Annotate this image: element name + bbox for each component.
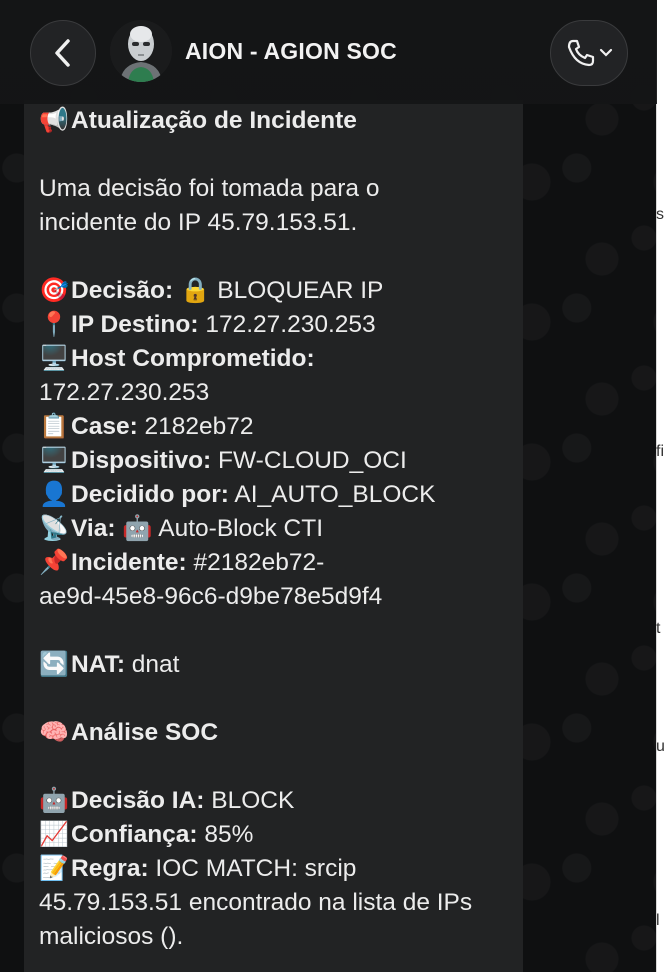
incidente-label: Incidente: bbox=[71, 549, 187, 576]
target-icon: 🎯 bbox=[39, 277, 69, 304]
via-label: Via: bbox=[71, 515, 116, 542]
ip-destino-label: IP Destino: bbox=[71, 311, 199, 338]
confianca-label: Confiança: bbox=[71, 821, 198, 848]
dispositivo-label: Dispositivo: bbox=[71, 447, 212, 474]
analise-row: 🧠Análise SOC bbox=[39, 716, 509, 750]
chart-up-icon: 📈 bbox=[39, 821, 69, 848]
via-value: 🤖 Auto-Block CTI bbox=[122, 515, 324, 542]
case-label: Case: bbox=[71, 413, 138, 440]
decidido-row: 👤Decidido por: AI_AUTO_BLOCK bbox=[39, 478, 509, 512]
phone-icon bbox=[567, 39, 595, 67]
computer-icon: 🖥️ bbox=[39, 447, 69, 474]
nat-row: 🔄NAT: dnat bbox=[39, 648, 509, 682]
robot-avatar-icon bbox=[110, 20, 172, 82]
edge-text-1: s bbox=[656, 206, 664, 223]
edge-text-3: t bbox=[656, 620, 661, 637]
nat-value: dnat bbox=[131, 651, 180, 678]
satellite-icon: 📡 bbox=[39, 515, 69, 542]
decisao-ia-value: BLOCK bbox=[211, 787, 295, 814]
intro-line-1: Uma decisão foi tomada para o bbox=[39, 175, 380, 202]
decisao-ia-label: Decisão IA: bbox=[71, 787, 205, 814]
memo-icon: 📝 bbox=[39, 855, 69, 882]
nat-label: NAT: bbox=[71, 651, 125, 678]
decidido-label: Decidido por: bbox=[71, 481, 229, 508]
decisao-ia-row: 🤖Decisão IA: BLOCK bbox=[39, 784, 509, 818]
avatar[interactable] bbox=[110, 20, 172, 82]
case-row: 📋Case: 2182eb72 bbox=[39, 410, 509, 444]
host-label: Host Comprometido: bbox=[71, 345, 315, 372]
incidente-row: 📌Incidente: #2182eb72- bbox=[39, 546, 509, 580]
clipboard-icon: 📋 bbox=[39, 413, 69, 440]
chevron-left-icon bbox=[55, 39, 70, 67]
regra-value-1: IOC MATCH: srcip bbox=[155, 855, 357, 882]
chat-window: AION - AGION SOC 📢Atualização de Inciden… bbox=[0, 0, 657, 972]
message-title-line: 📢Atualização de Incidente bbox=[39, 104, 509, 138]
message-title: Atualização de Incidente bbox=[71, 107, 357, 134]
regra-value-2: 45.79.153.51 encontrado na lista de IPs bbox=[39, 889, 473, 916]
robot-icon: 🤖 bbox=[39, 787, 69, 814]
regra-label: Regra: bbox=[71, 855, 149, 882]
confianca-value: 85% bbox=[204, 821, 254, 848]
decidido-value: AI_AUTO_BLOCK bbox=[234, 481, 436, 508]
refresh-icon: 🔄 bbox=[39, 651, 69, 678]
edge-text-4: u bbox=[656, 738, 664, 755]
regra-value-3: maliciosos (). bbox=[39, 923, 184, 950]
intro-line-2: incidente do IP 45.79.153.51. bbox=[39, 209, 358, 236]
dispositivo-value: FW-CLOUD_OCI bbox=[218, 447, 407, 474]
message-bubble[interactable]: 📢Atualização de Incidente Uma decisão fo… bbox=[24, 100, 523, 972]
background-window-edge: s fi t u l bbox=[656, 0, 664, 972]
edge-text-5: l bbox=[656, 912, 660, 929]
incidente-value-2: ae9d-45e8-96c6-d9be78e5d9f4 bbox=[39, 583, 383, 610]
pushpin-icon: 📌 bbox=[39, 549, 69, 576]
decisao-value: 🔒 BLOQUEAR IP bbox=[179, 277, 384, 304]
host-value: 172.27.230.253 bbox=[39, 379, 210, 406]
computer-icon: 🖥️ bbox=[39, 345, 69, 372]
megaphone-icon: 📢 bbox=[39, 107, 69, 134]
analise-label: Análise SOC bbox=[71, 719, 219, 746]
regra-row: 📝Regra: IOC MATCH: srcip bbox=[39, 852, 509, 886]
edge-text-2: fi bbox=[656, 443, 664, 460]
brain-icon: 🧠 bbox=[39, 719, 69, 746]
dispositivo-row: 🖥️Dispositivo: FW-CLOUD_OCI bbox=[39, 444, 509, 478]
chevron-down-icon bbox=[599, 48, 613, 57]
call-button[interactable] bbox=[550, 20, 628, 86]
pin-icon: 📍 bbox=[39, 311, 69, 338]
ip-destino-value: 172.27.230.253 bbox=[205, 311, 376, 338]
confianca-row: 📈Confiança: 85% bbox=[39, 818, 509, 852]
via-row: 📡Via: 🤖 Auto-Block CTI bbox=[39, 512, 509, 546]
back-button[interactable] bbox=[30, 20, 96, 86]
chat-header: AION - AGION SOC bbox=[0, 0, 657, 104]
chat-title: AION - AGION SOC bbox=[185, 38, 397, 64]
incidente-value-1: #2182eb72- bbox=[193, 549, 325, 576]
decisao-row: 🎯Decisão: 🔒 BLOQUEAR IP bbox=[39, 274, 509, 308]
decisao-label: Decisão: bbox=[71, 277, 174, 304]
case-value: 2182eb72 bbox=[144, 413, 254, 440]
host-row: 🖥️Host Comprometido: bbox=[39, 342, 509, 376]
user-icon: 👤 bbox=[39, 481, 69, 508]
ip-destino-row: 📍IP Destino: 172.27.230.253 bbox=[39, 308, 509, 342]
